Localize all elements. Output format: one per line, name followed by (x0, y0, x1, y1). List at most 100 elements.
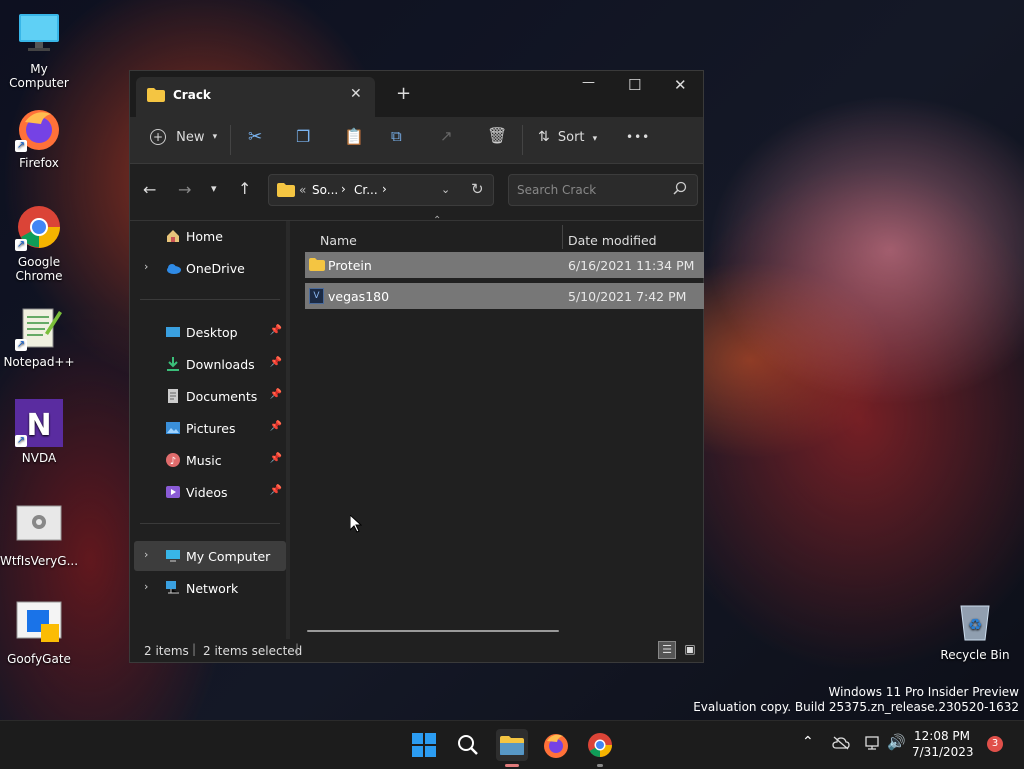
taskbar-firefox[interactable] (540, 729, 572, 761)
share-icon[interactable]: ↗ (440, 127, 453, 145)
status-bar: 2 items | 2 items selected | ☰ ▣ (130, 639, 703, 663)
shortcut-arrow-icon: ↗ (15, 140, 27, 152)
minimize-button[interactable]: — (582, 75, 595, 90)
nav-item-downloads[interactable]: Downloads 📌 (134, 349, 286, 379)
sort-button-label: Sort (557, 130, 585, 145)
start-button[interactable] (408, 729, 440, 761)
vegas-app-icon: V (309, 288, 324, 304)
close-window-button[interactable]: ✕ (674, 76, 687, 94)
clock[interactable]: 12:08 PM 7/31/2023 (912, 728, 974, 760)
new-button[interactable]: + New ▾ (150, 129, 217, 145)
delete-icon[interactable]: 🗑 (487, 126, 507, 145)
shortcut-arrow-icon: ↗ (15, 339, 27, 351)
nav-item-pictures[interactable]: Pictures 📌 (134, 413, 286, 443)
chevron-right-icon[interactable]: › (144, 260, 148, 273)
forward-arrow-icon[interactable]: → (178, 180, 191, 199)
desktop-icon-label: NVDA (21, 451, 57, 465)
nav-item-documents[interactable]: Documents 📌 (134, 381, 286, 411)
pin-icon[interactable]: 📌 (270, 485, 282, 496)
plus-circle-icon: + (150, 129, 166, 145)
file-name: vegas180 (328, 289, 390, 304)
desktop-icon-nvda[interactable]: N ↗ NVDA (0, 399, 78, 465)
pin-icon[interactable]: 📌 (270, 357, 282, 368)
shortcut-arrow-icon: ↗ (15, 435, 27, 447)
taskbar-chrome[interactable] (584, 729, 616, 767)
file-row-vegas180[interactable]: V vegas180 5/10/2021 7:42 PM (305, 283, 704, 309)
copy-icon[interactable]: ❐ (296, 127, 310, 146)
nav-item-home[interactable]: Home (134, 221, 286, 251)
address-dropdown-chevron-icon[interactable]: ⌄ (441, 183, 450, 196)
notification-badge[interactable]: 3 (987, 736, 1003, 752)
sort-button[interactable]: ⇅ Sort ▾ (538, 129, 597, 145)
column-header-date[interactable]: Date modified (568, 233, 657, 248)
nav-item-music[interactable]: ♪ Music 📌 (134, 445, 286, 475)
chevron-down-icon: ▾ (212, 132, 218, 142)
nav-item-desktop[interactable]: Desktop 📌 (134, 317, 286, 347)
sort-icon: ⇅ (538, 129, 550, 145)
address-overflow[interactable]: « (299, 183, 306, 197)
file-date: 5/10/2021 7:42 PM (568, 289, 687, 304)
pin-icon[interactable]: 📌 (270, 325, 282, 336)
taskbar-search-button[interactable] (452, 729, 484, 761)
back-arrow-icon[interactable]: ← (143, 180, 156, 199)
folder-icon (277, 183, 295, 200)
address-bar[interactable]: « So... › Cr... › ⌄ ↻ (268, 174, 494, 206)
running-app-indicator (597, 764, 603, 767)
nav-item-label: Downloads (186, 357, 255, 372)
column-header-name[interactable]: Name (320, 233, 357, 248)
breadcrumb-item[interactable]: Cr... (354, 183, 378, 197)
desktop-icon-notepadpp[interactable]: ↗ Notepad++ (0, 303, 78, 369)
nav-divider (140, 299, 280, 300)
pin-icon[interactable]: 📌 (270, 453, 282, 464)
file-row-protein[interactable]: Protein 6/16/2021 11:34 PM (305, 252, 704, 278)
desktop-icon-chrome[interactable]: ↗ Google Chrome (0, 203, 78, 283)
breadcrumb-item[interactable]: So... (312, 183, 338, 197)
settings-file-icon (15, 502, 63, 550)
taskbar-file-explorer[interactable] (496, 729, 528, 767)
search-placeholder: Search Crack (517, 183, 597, 197)
column-divider[interactable] (562, 225, 563, 249)
more-options-button[interactable]: ••• (626, 130, 650, 144)
recent-locations-chevron-icon[interactable]: ▾ (211, 182, 217, 195)
desktop-icon-recycle-bin[interactable]: ♻ Recycle Bin (936, 596, 1014, 662)
nav-item-videos[interactable]: Videos 📌 (134, 477, 286, 507)
os-watermark: Windows 11 Pro Insider Preview Evaluatio… (693, 685, 1019, 715)
new-tab-button[interactable]: + (396, 83, 411, 104)
show-hidden-icons-chevron-icon[interactable]: ⌃ (802, 734, 814, 750)
search-box[interactable]: Search Crack (508, 174, 698, 206)
horizontal-scrollbar[interactable] (307, 630, 559, 632)
file-list: ⌃ Name Date modified Protein 6/16/2021 1… (290, 215, 704, 639)
nav-item-onedrive[interactable]: › OneDrive (134, 253, 286, 283)
file-explorer-window[interactable]: Crack ✕ + — ☐ ✕ + New ▾ ✂ ❐ 📋 ⧉ ↗ 🗑 ⇅ So… (129, 70, 704, 663)
desktop-icon-my-computer[interactable]: My Computer (0, 10, 78, 90)
maximize-button[interactable]: ☐ (628, 76, 641, 94)
network-status-icon[interactable] (864, 735, 880, 755)
tab-bar: Crack ✕ + — ☐ ✕ (130, 71, 703, 117)
shortcut-arrow-icon: ↗ (15, 239, 27, 251)
desktop-icon-wtfisveryg[interactable]: WtfIsVeryG... (0, 502, 78, 568)
desktop-icon-goofygate[interactable]: GoofyGate (0, 600, 78, 666)
search-icon (673, 181, 687, 198)
chevron-right-icon[interactable]: › (144, 580, 148, 593)
pin-icon[interactable]: 📌 (270, 421, 282, 432)
paste-icon[interactable]: 📋 (344, 127, 364, 146)
cloud-offline-icon[interactable] (832, 735, 850, 754)
pin-icon[interactable]: 📌 (270, 389, 282, 400)
refresh-icon[interactable]: ↻ (471, 180, 484, 198)
chevron-right-icon[interactable]: › (144, 548, 148, 561)
nav-item-network[interactable]: › Network (134, 573, 286, 603)
network-icon (165, 580, 181, 596)
search-icon (458, 735, 478, 755)
rename-icon[interactable]: ⧉ (391, 127, 402, 145)
volume-icon[interactable]: 🔊 (887, 733, 906, 751)
monitor-icon (15, 10, 63, 58)
nav-item-label: Videos (186, 485, 228, 500)
nav-item-my-computer[interactable]: › My Computer (134, 541, 286, 571)
cut-icon[interactable]: ✂ (248, 127, 262, 147)
close-tab-icon[interactable]: ✕ (350, 86, 362, 102)
tiles-view-button[interactable]: ▣ (681, 641, 699, 659)
tab-crack[interactable]: Crack ✕ (136, 77, 375, 117)
up-arrow-icon[interactable]: ↑ (238, 179, 251, 198)
desktop-icon-firefox[interactable]: ↗ Firefox (0, 104, 78, 170)
details-view-button[interactable]: ☰ (658, 641, 676, 659)
